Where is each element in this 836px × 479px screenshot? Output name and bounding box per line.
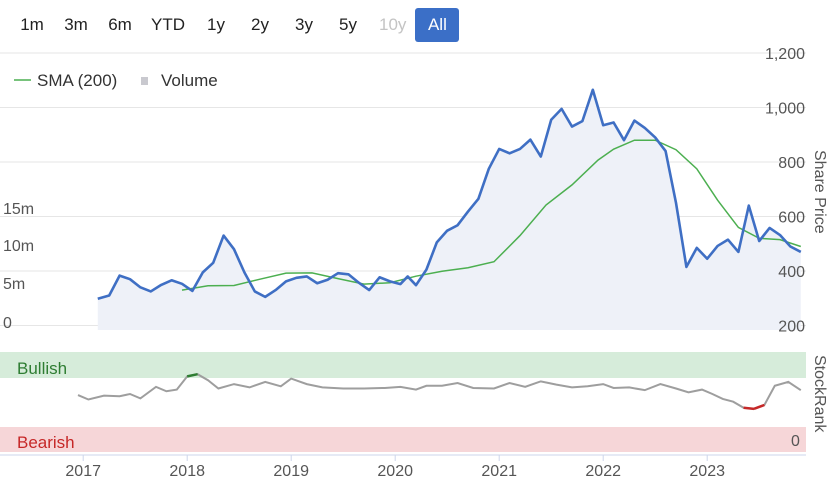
stockrank-highlights <box>186 372 765 411</box>
stockrank-bearish-segment <box>743 406 755 411</box>
x-tick-label: 2017 <box>65 463 101 479</box>
bearish-label: Bearish <box>17 433 75 452</box>
volume-tick-label: 15m <box>3 201 34 218</box>
bullish-label: Bullish <box>17 359 67 378</box>
volume-axis-ticks: 15m 10m 5m 0 <box>3 201 34 332</box>
x-tick-label: 2020 <box>377 463 413 479</box>
stockrank-bearish-segment <box>753 403 765 411</box>
volume-tick-label: 5m <box>3 276 25 293</box>
price-tick-label: 400 <box>778 264 805 281</box>
price-area-fill <box>97 89 801 330</box>
legend: SMA (200) Volume <box>14 71 218 90</box>
stockrank-axis-title: StockRank <box>811 355 828 433</box>
x-axis-ticks: 2017 2018 2019 2020 2021 2022 2023 <box>65 455 725 479</box>
x-tick-label: 2023 <box>689 463 725 479</box>
x-tick-label: 2021 <box>481 463 517 479</box>
stockrank-zero-label: 0 <box>791 433 800 450</box>
volume-tick-label: 0 <box>3 315 12 332</box>
price-tick-label: 600 <box>778 210 805 227</box>
bullish-band <box>0 352 806 378</box>
x-tick-label: 2018 <box>169 463 205 479</box>
price-axis-title: Share Price <box>811 150 828 234</box>
stockrank-line <box>77 373 802 410</box>
x-tick-label: 2019 <box>273 463 309 479</box>
bearish-band <box>0 427 806 452</box>
price-tick-label: 800 <box>778 155 805 172</box>
price-tick-label: 1,000 <box>765 101 805 118</box>
legend-volume-swatch <box>141 77 148 85</box>
price-tick-label: 200 <box>778 319 805 336</box>
legend-volume-label[interactable]: Volume <box>161 71 218 90</box>
x-tick-label: 2022 <box>585 463 621 479</box>
volume-tick-label: 10m <box>3 238 34 255</box>
legend-sma-label[interactable]: SMA (200) <box>37 71 117 90</box>
price-tick-label: 1,200 <box>765 46 805 63</box>
stock-chart: SMA (200) Volume 1,2001,000800600400200 … <box>0 46 828 479</box>
